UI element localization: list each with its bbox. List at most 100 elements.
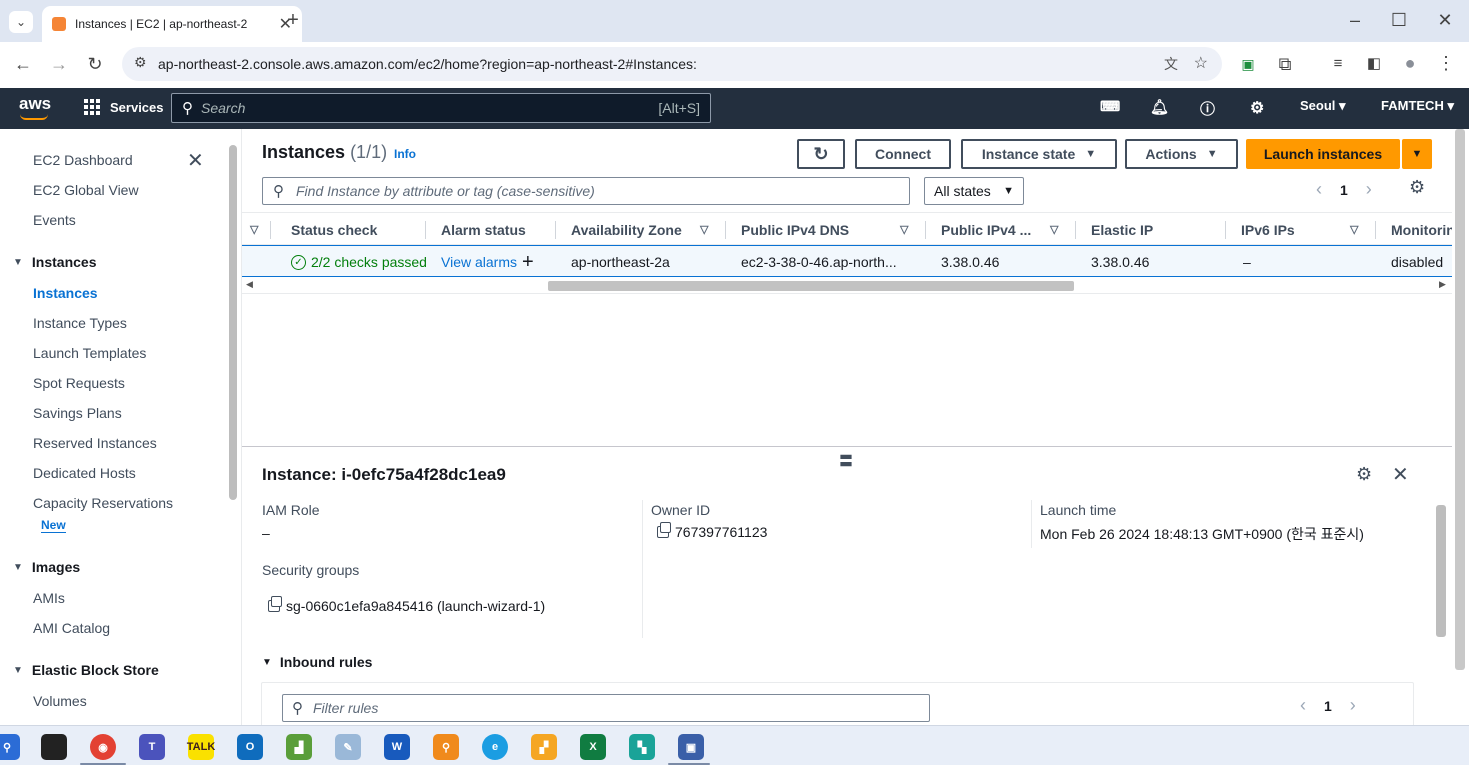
close-window-icon[interactable]: ✕ (1433, 10, 1457, 30)
scroll-left-icon[interactable]: ◀ (246, 279, 253, 290)
info-link[interactable]: Info (394, 147, 416, 161)
chrome-icon[interactable]: ◉ (90, 734, 116, 760)
column-separator[interactable] (555, 221, 556, 239)
launch-dropdown-button[interactable]: ▼ (1402, 139, 1432, 169)
sort-icon[interactable]: ▽ (1350, 213, 1358, 246)
maximize-icon[interactable]: ☐ (1387, 10, 1411, 30)
next-page-icon[interactable]: › (1350, 695, 1356, 716)
copy-icon[interactable] (268, 596, 282, 612)
current-page[interactable]: 1 (1340, 182, 1348, 198)
minimize-icon[interactable]: – (1343, 10, 1367, 30)
column-separator[interactable] (725, 221, 726, 239)
scroll-right-icon[interactable]: ▶ (1439, 279, 1446, 290)
column-separator[interactable] (1225, 221, 1226, 239)
teams-icon[interactable]: T (139, 734, 165, 760)
column-alarm-status[interactable]: Alarm status (441, 213, 526, 246)
extensions-puzzle-icon[interactable]: ⧉ (1273, 54, 1297, 74)
view-alarms-link[interactable]: View alarms + (441, 246, 534, 278)
forward-icon[interactable]: → (47, 54, 71, 74)
help-icon[interactable]: ⓘ (1200, 98, 1215, 119)
close-sidebar-icon[interactable]: ✕ (187, 148, 204, 173)
app-teal-icon[interactable]: ▚ (629, 734, 655, 760)
sidebar-item-capacity-reservations[interactable]: Capacity Reservations (33, 495, 173, 511)
media-controls-icon[interactable]: ≡ (1326, 54, 1350, 74)
scroll-thumb[interactable] (1436, 505, 1446, 637)
extension-green-icon[interactable]: ▣ (1236, 54, 1260, 74)
sidebar-section-elastic-block-store[interactable]: ▼ Elastic Block Store (13, 662, 159, 678)
column-availability-zone[interactable]: Availability Zone (571, 213, 682, 246)
table-preferences-gear-icon[interactable]: ⚙ (1409, 177, 1425, 198)
column-public-ipv4[interactable]: Public IPv4 ... (941, 213, 1031, 246)
actions-button[interactable]: Actions ▼ (1125, 139, 1238, 169)
sidebar-item-instances[interactable]: Instances (33, 285, 98, 301)
reload-icon[interactable]: ↻ (83, 54, 107, 74)
copy-icon[interactable] (657, 522, 671, 538)
column-ipv6-ips[interactable]: IPv6 IPs (1241, 213, 1295, 246)
prev-page-icon[interactable]: ‹ (1300, 695, 1306, 716)
search-app-icon[interactable]: ⚲ (0, 734, 20, 760)
prev-page-icon[interactable]: ‹ (1316, 179, 1322, 200)
settings-gear-icon[interactable]: ⚙ (1250, 98, 1264, 118)
states-select[interactable]: All states ▼ (924, 177, 1024, 205)
filter-rules-input[interactable]: ⚲ Filter rules (282, 694, 930, 722)
aws-logo[interactable]: aws (19, 94, 51, 114)
sidebar-item-ec2-global-view[interactable]: EC2 Global View (33, 182, 139, 198)
sidebar-item-events[interactable]: Events (33, 212, 76, 228)
account-menu[interactable]: FAMTECH ▾ (1381, 98, 1454, 114)
security-group-link[interactable]: sg-0660c1efa9a845416 (launch-wizard-1) (268, 596, 545, 614)
translate-icon[interactable]: 文 (1164, 54, 1178, 74)
tab-search-icon[interactable]: ⌄ (9, 11, 33, 33)
column-separator[interactable] (425, 221, 426, 239)
inbound-rules-toggle[interactable]: ▼ Inbound rules (262, 654, 372, 670)
services-button[interactable]: Services (84, 99, 164, 115)
scroll-thumb[interactable] (1455, 129, 1465, 670)
resize-handle-icon[interactable]: 〓 (839, 451, 853, 471)
bookmark-star-icon[interactable]: ☆ (1194, 53, 1208, 73)
next-page-icon[interactable]: › (1366, 179, 1372, 200)
sort-icon[interactable]: ▽ (250, 213, 258, 246)
sidebar-scrollbar[interactable] (226, 140, 240, 725)
kakaotalk-icon[interactable]: TALK (187, 734, 215, 760)
column-separator[interactable] (1375, 221, 1376, 239)
column-public-ipv4-dns[interactable]: Public IPv4 DNS (741, 213, 849, 246)
notifications-bell-icon[interactable]: 🔔︎ (1150, 98, 1169, 116)
instance-filter-input[interactable]: ⚲ Find Instance by attribute or tag (cas… (262, 177, 910, 205)
details-scrollbar[interactable] (1434, 447, 1448, 670)
app-blocks-icon[interactable]: ▞ (531, 734, 557, 760)
site-info-icon[interactable]: ⚙ (134, 54, 147, 71)
sort-icon[interactable]: ▽ (1050, 213, 1058, 246)
chart-app-icon[interactable]: ▟ (286, 734, 312, 760)
sidebar-section-images[interactable]: ▼ Images (13, 559, 80, 575)
sticky-notes-icon[interactable] (41, 734, 67, 760)
sidebar-item-reserved-instances[interactable]: Reserved Instances (33, 435, 157, 451)
profile-avatar-icon[interactable]: ● (1398, 53, 1422, 73)
connect-button[interactable]: Connect (855, 139, 951, 169)
sidebar-item-ami-catalog[interactable]: AMI Catalog (33, 620, 110, 636)
side-panel-icon[interactable]: ◧ (1362, 54, 1386, 74)
instance-state-button[interactable]: Instance state ▼ (961, 139, 1117, 169)
column-separator[interactable] (270, 221, 271, 239)
refresh-button[interactable]: ↻ (797, 139, 845, 169)
column-separator[interactable] (925, 221, 926, 239)
sidebar-item-amis[interactable]: AMIs (33, 590, 65, 606)
browser-tab[interactable]: Instances | EC2 | ap-northeast-2 ✕ (42, 6, 302, 42)
scroll-thumb[interactable] (548, 281, 1074, 291)
sort-icon[interactable]: ▽ (900, 213, 908, 246)
column-monitoring[interactable]: Monitoring (1391, 213, 1453, 246)
aws-search-input[interactable]: ⚲ Search [Alt+S] (171, 93, 711, 123)
column-elastic-ip[interactable]: Elastic IP (1091, 213, 1153, 246)
sidebar-item-spot-requests[interactable]: Spot Requests (33, 375, 125, 391)
sidebar-item-savings-plans[interactable]: Savings Plans (33, 405, 122, 421)
add-alarm-icon[interactable]: + (522, 251, 534, 274)
table-horizontal-scrollbar[interactable]: ◀ ▶ (242, 278, 1453, 294)
back-icon[interactable]: ← (11, 54, 35, 74)
details-settings-gear-icon[interactable]: ⚙ (1356, 464, 1372, 485)
sidebar-item-instance-types[interactable]: Instance Types (33, 315, 127, 331)
column-status-check[interactable]: Status check (291, 213, 377, 246)
outlook-icon[interactable]: O (237, 734, 263, 760)
current-page[interactable]: 1 (1324, 698, 1332, 714)
sidebar-item-ec2-dashboard[interactable]: EC2 Dashboard (33, 152, 133, 168)
remote-desktop-icon[interactable]: ▣ (678, 734, 704, 760)
excel-icon[interactable]: X (580, 734, 606, 760)
cloudshell-icon[interactable]: ⌨ (1100, 98, 1120, 115)
